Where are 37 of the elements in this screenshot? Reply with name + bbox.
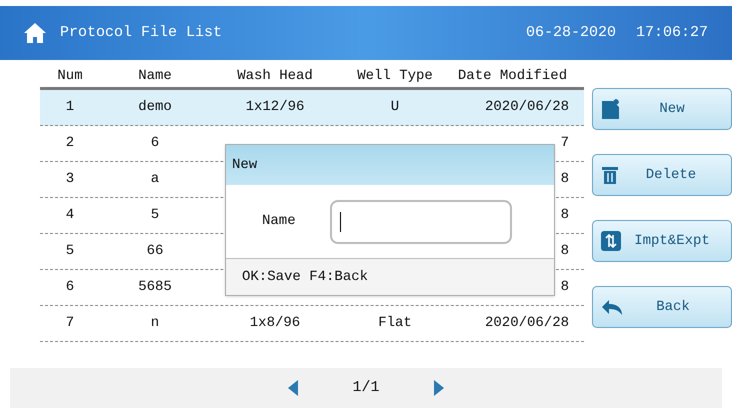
table-cell: 2020/06/28	[484, 315, 569, 331]
screen-title: Protocol File List	[60, 22, 222, 43]
table-cell: 1	[66, 99, 74, 115]
table-cell: 8	[560, 171, 569, 187]
page-indicator: 1/1	[352, 378, 380, 398]
column-header: Num	[57, 68, 83, 84]
table-cell: 7	[66, 315, 74, 331]
column-header: Date Modified	[458, 68, 568, 84]
field-label: Name	[262, 212, 296, 231]
table-cell: a	[150, 171, 160, 187]
table-cell: Flat	[378, 315, 412, 331]
table-cell: 5685	[138, 279, 172, 295]
table-cell: demo	[138, 99, 172, 115]
date-text: 06-28-2020	[526, 22, 616, 43]
table-cell: n	[150, 315, 160, 331]
time-text: 17:06:27	[636, 22, 708, 43]
dialog-title: New	[232, 156, 258, 174]
table-cell: 2020/06/28	[484, 99, 569, 115]
table-cell: 5	[150, 207, 160, 223]
table-cell: 6	[150, 135, 160, 151]
table-cell: 1x12/96	[246, 99, 304, 115]
key-hint: OK:Save F4:Back	[242, 268, 368, 286]
table-cell: 8	[560, 207, 569, 223]
table-cell: 2	[66, 135, 74, 151]
table-cell: 8	[560, 279, 569, 295]
table-cell: 66	[146, 243, 164, 259]
table-cell: 7	[560, 135, 569, 151]
column-header: Well Type	[357, 68, 433, 84]
table-cell: 1x8/96	[250, 315, 300, 331]
table-cell: 3	[66, 171, 74, 187]
table-cell: 6	[66, 279, 74, 295]
column-header: Name	[138, 68, 172, 84]
table-cell: U	[390, 99, 400, 115]
column-header: Wash Head	[237, 68, 313, 84]
table-cell: 5	[66, 243, 74, 259]
table-cell: 8	[560, 243, 569, 259]
table-cell: 4	[66, 207, 74, 223]
